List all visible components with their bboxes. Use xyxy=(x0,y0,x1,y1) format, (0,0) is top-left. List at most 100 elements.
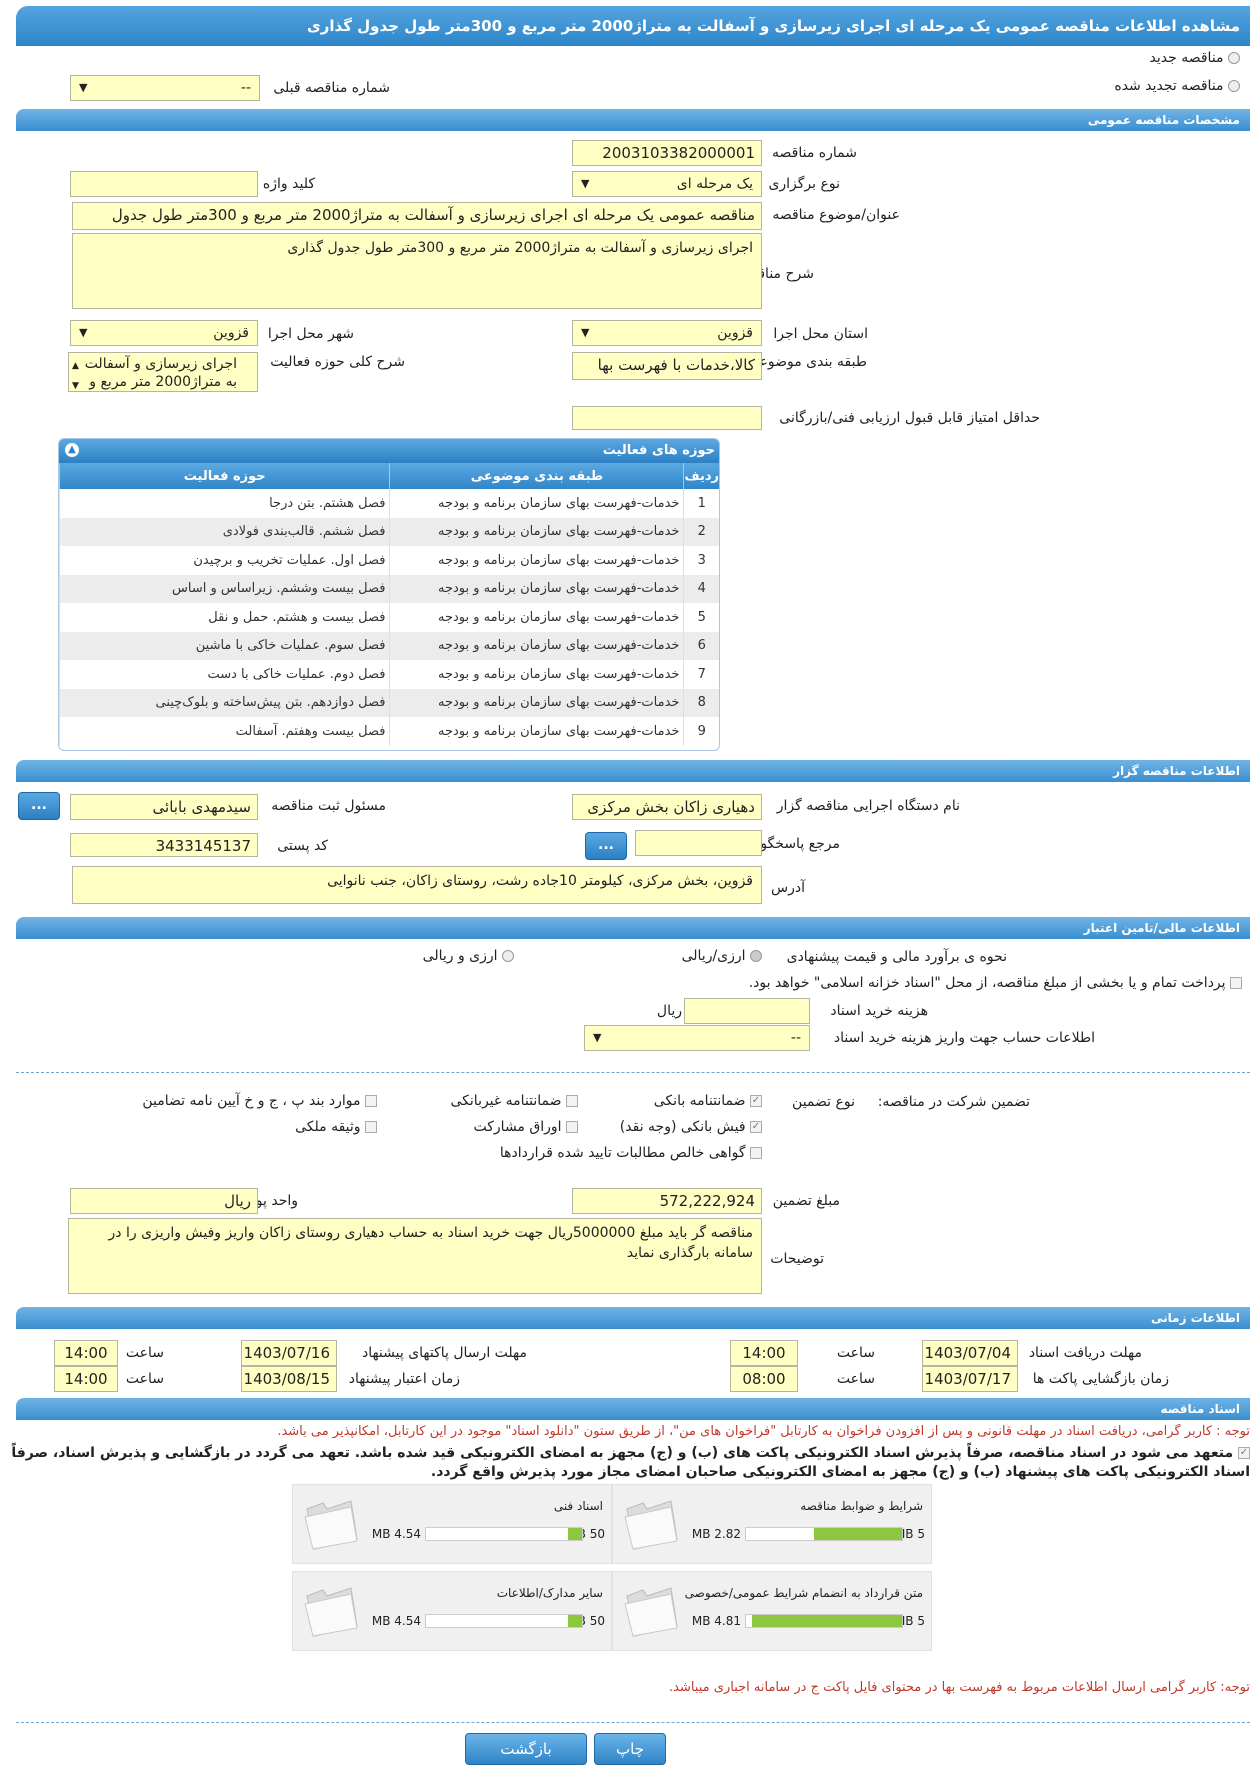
opt-rial[interactable]: ارزی/ریالی xyxy=(682,948,762,964)
islamic-option[interactable]: پرداخت تمام و یا بخشی از مبلغ مناقصه، از… xyxy=(749,975,1242,991)
opt-rial-radio[interactable] xyxy=(750,950,762,962)
commit-checkbox[interactable]: ✓ xyxy=(1238,1447,1250,1459)
islamic-checkbox[interactable] xyxy=(1230,977,1242,989)
g-nonbank-option[interactable]: ضمانتنامه غیربانکی xyxy=(450,1093,578,1109)
doc-card[interactable]: اسناد فنی50 MB4.54 MB xyxy=(292,1484,612,1564)
doc-fee-field xyxy=(684,998,810,1024)
renewed-tender-label: مناقصه تجدید شده xyxy=(1114,78,1224,94)
row-number-cell: 8 xyxy=(683,688,719,717)
renewed-tender-radio[interactable] xyxy=(1228,80,1240,92)
table-row: 4 خدمات-فهرست بهای سازمان برنامه و بودجه ف… xyxy=(59,574,719,603)
table-row: 8 خدمات-فهرست بهای سازمان برنامه و بودجه ف… xyxy=(59,688,719,717)
g-clauses-option[interactable]: موارد بند پ ، ج و خ آیین نامه تضامین xyxy=(142,1093,377,1109)
row-number-cell: 7 xyxy=(683,660,719,689)
g-bank-label: ضمانتنامه بانکی xyxy=(653,1093,746,1109)
print-button[interactable]: چاپ xyxy=(594,1733,666,1765)
opt-fx[interactable]: ارزی و ریالی xyxy=(423,948,514,964)
row-category-cell: خدمات-فهرست بهای سازمان برنامه و بودجه xyxy=(389,631,684,660)
folder-icon[interactable] xyxy=(301,1584,361,1638)
province-select[interactable]: قزوین ▼ xyxy=(572,320,762,346)
scope-field: اجرای زیرسازی و آسفالت به متراژ2000 متر … xyxy=(68,352,258,392)
registrar-label: مسئول ثبت مناقصه xyxy=(271,798,386,814)
new-tender-radio[interactable] xyxy=(1228,52,1240,64)
chevron-down-icon: ▼ xyxy=(581,326,590,339)
section-general: مشخصات مناقصه عمومی xyxy=(16,109,1250,131)
estimate-label: نحوه ی برآورد مالی و قیمت پیشنهادی xyxy=(786,949,1007,965)
doc-progress-fill xyxy=(814,1528,902,1540)
islamic-note: پرداخت تمام و یا بخشی از مبلغ مناقصه، از… xyxy=(748,975,1226,991)
back-button[interactable]: بازگشت xyxy=(465,1733,587,1765)
doc-progress-fill xyxy=(751,1615,902,1627)
renewed-tender-option[interactable]: مناقصه تجدید شده xyxy=(1114,78,1240,94)
receive-time-label: ساعت xyxy=(836,1345,875,1361)
folder-icon[interactable] xyxy=(301,1497,361,1551)
scroll-up-icon[interactable]: ▲ xyxy=(72,357,79,375)
doc-used-size: 2.82 MB xyxy=(691,1527,741,1541)
keyword-field[interactable] xyxy=(70,171,258,197)
registrar-lookup-button[interactable]: ... xyxy=(18,792,60,820)
g-receivables-option[interactable]: گواهی خالص مطالبات تایید شده قراردادها xyxy=(500,1145,762,1161)
g-property-checkbox[interactable] xyxy=(365,1121,377,1133)
receive-date: 1403/07/04 xyxy=(922,1340,1018,1366)
type-select[interactable]: یک مرحله ای ▼ xyxy=(572,171,762,197)
new-tender-label: مناقصه جدید xyxy=(1149,50,1224,66)
table-row: 7 خدمات-فهرست بهای سازمان برنامه و بودجه ف… xyxy=(59,660,719,689)
category-label: طبقه بندی موضوعی xyxy=(747,354,867,370)
receive-time: 14:00 xyxy=(730,1340,798,1366)
price-list-notice: توجه: کاربر گرامی ارسال اطلاعات مربوط به… xyxy=(669,1680,1250,1695)
activities-grid-header: حوزه های فعالیت ▲ xyxy=(59,439,719,463)
doc-progress-fill xyxy=(567,1528,582,1540)
g-clauses-checkbox[interactable] xyxy=(365,1095,377,1107)
docs-notice: توجه : کاربر گرامی، دریافت اسناد در مهلت… xyxy=(277,1424,1250,1439)
g-property-option[interactable]: وثیقه ملکی xyxy=(295,1119,377,1135)
folder-icon[interactable] xyxy=(621,1584,681,1638)
g-bonds-checkbox[interactable] xyxy=(566,1121,578,1133)
g-nonbank-label: ضمانتنامه غیربانکی xyxy=(450,1093,562,1109)
type-label: نوع برگزاری xyxy=(768,176,840,192)
prev-number-select[interactable]: -- ▼ xyxy=(70,75,260,101)
doc-card[interactable]: شرایط و ضوابط مناقصه 5 MB 2.82 MB xyxy=(612,1484,932,1564)
new-tender-option[interactable]: مناقصه جدید xyxy=(1150,50,1240,66)
folder-icon[interactable] xyxy=(621,1497,681,1551)
row-number-cell: 9 xyxy=(683,717,719,746)
amount-label: مبلغ تضمین xyxy=(772,1193,840,1209)
g-receivables-label: گواهی خالص مطالبات تایید شده قراردادها xyxy=(499,1145,746,1161)
scroll-down-icon[interactable]: ▼ xyxy=(72,377,79,391)
notes-field: مناقصه گر باید مبلغ 5000000ریال جهت خرید… xyxy=(68,1218,762,1294)
scope-value: اجرای زیرسازی و آسفالت به متراژ2000 متر … xyxy=(84,356,237,390)
section-docs: اسناد مناقصه xyxy=(16,1398,1250,1420)
prev-number-label: شماره مناقصه قبلی xyxy=(273,80,390,96)
g-bank-checkbox[interactable]: ✓ xyxy=(750,1095,762,1107)
collapse-icon[interactable]: ▲ xyxy=(65,443,79,457)
activities-grid-title: حوزه های فعالیت xyxy=(602,443,715,458)
city-select[interactable]: قزوین ▼ xyxy=(70,320,258,346)
ref-lookup-button[interactable]: ... xyxy=(585,832,627,860)
table-row: 5 خدمات-فهرست بهای سازمان برنامه و بودجه ف… xyxy=(59,603,719,632)
chevron-down-icon: ▼ xyxy=(79,326,88,339)
g-bonds-option[interactable]: اوراق مشارکت xyxy=(474,1119,578,1135)
city-value: قزوین xyxy=(213,325,249,341)
g-cash-checkbox[interactable]: ✓ xyxy=(750,1121,762,1133)
commit-option[interactable]: ✓ متعهد می شود در اسناد مناقصه، صرفاً پذ… xyxy=(2,1444,1250,1482)
g-nonbank-checkbox[interactable] xyxy=(566,1095,578,1107)
g-clauses-label: موارد بند پ ، ج و خ آیین نامه تضامین xyxy=(142,1093,361,1109)
g-receivables-checkbox[interactable] xyxy=(750,1147,762,1159)
min-score-label: حداقل امتیاز قابل قبول ارزیابی فنی/بازرگ… xyxy=(779,410,1040,426)
row-field-cell: فصل ششم. قالب‌بندی فولادی xyxy=(59,517,390,546)
activities-grid: حوزه های فعالیت ▲ ردیف طبقه بندی موضوعی … xyxy=(58,438,720,751)
row-field-cell: فصل دوازدهم. بتن پیش‌ساخته و بلوک‌چینی xyxy=(59,688,390,717)
doc-card[interactable]: متن قرارداد به انضمام شرایط عمومی/خصوصی 5… xyxy=(612,1571,932,1651)
valid-date: 1403/08/15 xyxy=(241,1366,337,1392)
account-select[interactable]: -- ▼ xyxy=(584,1025,810,1051)
row-category-cell: خدمات-فهرست بهای سازمان برنامه و بودجه xyxy=(389,517,684,546)
divider xyxy=(16,1072,1250,1073)
opt-fx-radio[interactable] xyxy=(502,950,514,962)
valid-time-label: ساعت xyxy=(125,1371,164,1387)
g-bank-option[interactable]: ✓ ضمانتنامه بانکی xyxy=(654,1093,762,1109)
doc-used-size: 4.54 MB xyxy=(371,1527,421,1541)
send-time-label: ساعت xyxy=(125,1345,164,1361)
doc-card[interactable]: سایر مدارک/اطلاعات50 MB4.54 MB xyxy=(292,1571,612,1651)
page: مشاهده اطلاعات مناقصه عمومی یک مرحله ای … xyxy=(0,0,1250,1774)
send-label: مهلت ارسال پاکتهای پیشنهاد xyxy=(361,1345,527,1361)
g-cash-option[interactable]: ✓ فیش بانکی (وجه نقد) xyxy=(620,1119,762,1135)
